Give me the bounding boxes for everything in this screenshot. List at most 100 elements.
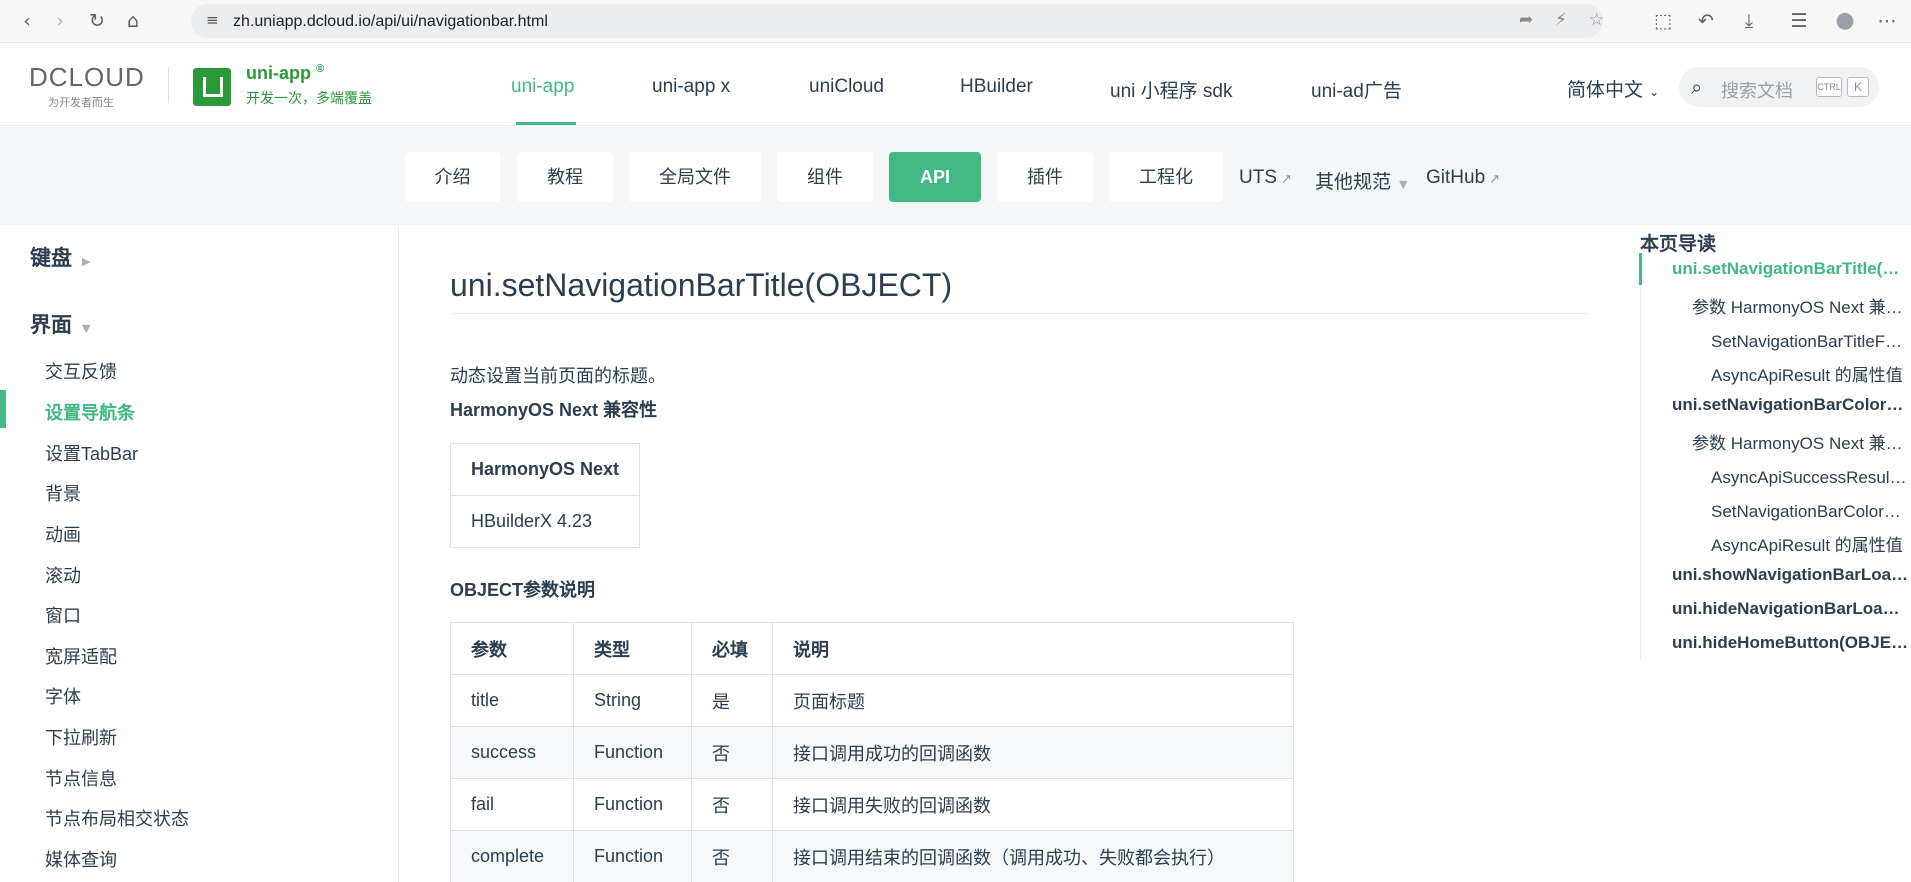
nav-uni-app-x[interactable]: uni-app x [652, 76, 730, 98]
nav-mini-program-sdk[interactable]: uni 小程序 sdk [1110, 76, 1232, 103]
column-header: 说明 [772, 622, 1294, 675]
kbd-ctrl: CTRL [1816, 77, 1842, 97]
more-menu-icon[interactable]: ⋯ [1876, 10, 1898, 32]
site-info-icon[interactable]: ≡ [206, 11, 219, 29]
external-link-icon: ↗ [1489, 172, 1501, 187]
sidebar-item-pulldown-refresh[interactable]: 下拉刷新 [45, 724, 117, 750]
cell-type: Function [573, 726, 692, 779]
tab-tutorial[interactable]: 教程 [517, 152, 613, 202]
product-name[interactable]: uni-app ® [246, 63, 324, 84]
url-text[interactable]: zh.uniapp.dcloud.io/api/ui/navigationbar… [233, 13, 548, 31]
sidebar-item-animation[interactable]: 动画 [45, 521, 81, 547]
uni-app-logo-icon[interactable] [193, 68, 231, 106]
compat-value: HBuilderX 4.23 [449, 495, 641, 548]
home-icon[interactable]: ⌂ [122, 10, 144, 32]
kbd-k: K [1847, 77, 1869, 97]
intro-text: 动态设置当前页面的标题。 [450, 366, 666, 386]
sidebar-group-keyboard[interactable]: 键盘 ▶ [30, 242, 90, 272]
product-slogan: 开发一次，多端覆盖 [246, 90, 372, 106]
page-title: uni.setNavigationBarTitle(OBJECT) [450, 267, 953, 303]
column-header: 类型 [573, 622, 692, 675]
sidebar-item-feedback[interactable]: 交互反馈 [45, 358, 117, 384]
sidebar-item-tabbar[interactable]: 设置TabBar [45, 440, 138, 466]
sidebar-item-media-query[interactable]: 媒体查询 [45, 846, 117, 872]
nav-uni-ad[interactable]: uni-ad广告 [1311, 76, 1402, 103]
sidebar-item-widescreen[interactable]: 宽屏适配 [45, 643, 117, 669]
tab-global-files[interactable]: 全局文件 [629, 152, 761, 202]
sidebar-item-scroll[interactable]: 滚动 [45, 562, 81, 588]
table-header-row: 参数 类型 必填 说明 [450, 622, 1294, 675]
toc-item[interactable]: 参数 HarmonyOS Next 兼容性 [1692, 293, 1909, 318]
site-header: DCLOUD 为开发者而生 uni-app ® 开发一次，多端覆盖 uni-ap… [0, 44, 1911, 126]
title-divider [450, 313, 1589, 314]
toc-item[interactable]: uni.showNavigationBarLoading(OBJECT) [1672, 565, 1909, 585]
cell-required: 否 [691, 726, 773, 779]
table-row: complete Function 否 接口调用结束的回调函数（调用成功、失败都… [450, 830, 1294, 882]
sidebar-group-ui[interactable]: 界面 ▼ [30, 309, 90, 339]
address-bar[interactable]: ≡ zh.uniapp.dcloud.io/api/ui/navigationb… [191, 4, 1604, 38]
toc-item[interactable]: AsyncApiSuccessResult 的属性值 [1711, 463, 1909, 488]
search-icon: ⌕ [1691, 75, 1703, 99]
tab-intro[interactable]: 介绍 [405, 152, 500, 202]
sidebar-item-window[interactable]: 窗口 [45, 602, 81, 628]
nav-uni-app[interactable]: uni-app [511, 76, 574, 98]
toc-item[interactable]: AsyncApiResult 的属性值 [1711, 361, 1909, 386]
extensions-icon[interactable]: ⬚ [1652, 10, 1674, 32]
reload-icon[interactable]: ↻ [86, 10, 108, 32]
cell-type: Function [573, 830, 692, 882]
collections-icon[interactable]: ☰ [1788, 10, 1810, 32]
lightning-icon[interactable]: ⚡ [1555, 10, 1567, 30]
compat-heading: HarmonyOS Next 兼容性 [450, 400, 658, 420]
toc-item[interactable]: uni.hideNavigationBarLoading(OBJECT) [1672, 599, 1909, 619]
toc-item[interactable]: SetNavigationBarTitleFail 的属性值 [1711, 327, 1909, 352]
cell-desc: 接口调用成功的回调函数 [772, 726, 1294, 779]
nav-unicloud[interactable]: uniCloud [809, 76, 884, 98]
table-row: success Function 否 接口调用成功的回调函数 [450, 726, 1294, 779]
cell-param: fail [450, 778, 574, 831]
share-icon[interactable]: ➦ [1519, 10, 1533, 30]
tab-components[interactable]: 组件 [777, 152, 873, 202]
cell-param: title [450, 674, 574, 727]
forward-icon[interactable]: › [49, 10, 71, 32]
caret-down-icon: ▼ [1399, 178, 1408, 191]
tab-api[interactable]: API [889, 152, 981, 202]
sidebar-item-node-info[interactable]: 节点信息 [45, 765, 117, 791]
sub-nav: 介绍 教程 全局文件 组件 API 插件 工程化 UTS ↗ 其他规范 ▼ GitH… [0, 127, 1911, 225]
cell-param: success [450, 726, 574, 779]
link-uts[interactable]: UTS ↗ [1239, 167, 1292, 189]
toc-item[interactable]: uni.setNavigationBarColor(OBJECT) [1672, 395, 1909, 415]
toc-item[interactable]: SetNavigationBarColorFail 的属性值 [1711, 497, 1909, 522]
sidebar-item-intersection[interactable]: 节点布局相交状态 [45, 805, 189, 831]
sidebar-item-font[interactable]: 字体 [45, 683, 81, 709]
language-select[interactable]: 简体中文 ⌄ [1567, 75, 1659, 102]
toc-item[interactable]: 参数 HarmonyOS Next 兼容性 [1692, 429, 1909, 454]
back-icon[interactable]: ‹ [16, 10, 38, 32]
compat-header: HarmonyOS Next [449, 443, 641, 496]
dcloud-logo[interactable]: DCLOUD [29, 62, 145, 93]
divider [168, 67, 169, 103]
cell-desc: 页面标题 [772, 674, 1294, 727]
search-box[interactable]: ⌕ 搜索文档 CTRL K [1679, 67, 1879, 107]
cell-desc: 接口调用失败的回调函数 [772, 778, 1294, 831]
undo-icon[interactable]: ↶ [1695, 10, 1717, 32]
column-header: 参数 [450, 622, 574, 675]
toc-item[interactable]: uni.setNavigationBarTitle(OBJECT) [1672, 259, 1909, 279]
column-header: 必填 [691, 622, 773, 675]
external-link-icon: ↗ [1281, 172, 1292, 187]
nav-hbuilder[interactable]: HBuilder [960, 76, 1033, 98]
sidebar-item-background[interactable]: 背景 [45, 480, 81, 506]
toc-item[interactable]: AsyncApiResult 的属性值 [1711, 531, 1909, 556]
favorite-star-icon[interactable]: ☆ [1589, 10, 1604, 30]
toc-item[interactable]: uni.hideHomeButton(OBJECT) [1672, 633, 1909, 653]
sidebar-item-navigationbar[interactable]: 设置导航条 [45, 399, 135, 425]
sidebar-active-indicator [0, 390, 6, 428]
browser-toolbar: ‹ › ↻ ⌂ ≡ zh.uniapp.dcloud.io/api/ui/nav… [0, 0, 1911, 43]
menu-other-specs[interactable]: 其他规范 ▼ [1315, 167, 1407, 194]
profile-avatar-icon[interactable]: ● [1834, 10, 1856, 32]
cell-type: String [573, 674, 692, 727]
download-icon[interactable]: ⤓ [1738, 10, 1760, 32]
link-github[interactable]: GitHub ↗ [1426, 167, 1500, 189]
tab-engineering[interactable]: 工程化 [1109, 152, 1223, 202]
tab-plugins[interactable]: 插件 [997, 152, 1093, 202]
cell-required: 是 [691, 674, 773, 727]
